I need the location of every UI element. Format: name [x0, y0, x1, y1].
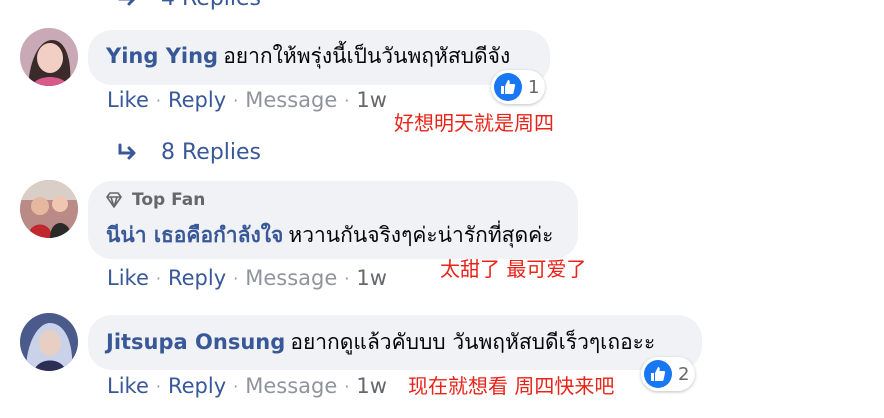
reply-arrow-icon	[118, 143, 136, 159]
separator-dot: ·	[344, 268, 350, 288]
like-link[interactable]: Like	[107, 88, 149, 112]
top-fan-label: Top Fan	[132, 190, 206, 210]
reply-link[interactable]: Reply	[168, 374, 226, 398]
separator-dot: ·	[344, 90, 350, 110]
like-link[interactable]: Like	[107, 374, 149, 398]
separator-dot: ·	[344, 376, 350, 396]
user-avatar-image	[20, 180, 78, 238]
comments-panel: 4 Replies Ying Ying อยากให้พรุ่งนี้เป็นว…	[0, 0, 884, 418]
replies-link[interactable]: 8 Replies	[117, 140, 261, 165]
replies-label: 4 Replies	[161, 0, 261, 11]
message-link[interactable]: Message	[245, 374, 337, 398]
avatar[interactable]	[20, 180, 78, 238]
like-link[interactable]: Like	[107, 266, 149, 290]
separator-dot: ·	[233, 90, 239, 110]
comment-bubble: Ying Ying อยากให้พรุ่งนี้เป็นวันพฤหัสบดี…	[88, 30, 550, 85]
commenter-name[interactable]: นีน่า เธอคือกำลังใจ	[106, 223, 283, 247]
commenter-name[interactable]: Ying Ying	[106, 44, 218, 68]
top-fan-badge: Top Fan	[104, 190, 205, 210]
reaction-badge[interactable]: 1	[491, 70, 546, 104]
timestamp[interactable]: 1w	[356, 266, 387, 290]
comment-bubble: Jitsupa Onsung อยากดูแล้วคับบบ วันพฤหัสบ…	[88, 315, 702, 370]
separator-dot: ·	[155, 90, 161, 110]
replies-link-top[interactable]: 4 Replies	[117, 0, 261, 11]
diamond-icon	[106, 192, 122, 208]
separator-dot: ·	[155, 376, 161, 396]
thumbs-up-icon	[644, 360, 672, 388]
reaction-count: 1	[528, 76, 540, 98]
separator-dot: ·	[233, 376, 239, 396]
comment-actions: Like · Reply · Message · 1w	[107, 266, 387, 290]
reply-link[interactable]: Reply	[168, 88, 226, 112]
comment-text: หวานกันจริงๆค่ะน่ารักที่สุดค่ะ	[288, 223, 554, 247]
comment-text: อยากให้พรุ่งนี้เป็นวันพฤหัสบดีจัง	[223, 44, 511, 68]
avatar[interactable]	[20, 313, 78, 371]
comment-bubble: Top Fan นีน่า เธอคือกำลังใจ หวานกันจริงๆ…	[88, 181, 578, 259]
message-link[interactable]: Message	[245, 266, 337, 290]
avatar[interactable]	[20, 28, 78, 86]
user-avatar-image	[20, 28, 78, 86]
user-avatar-image	[20, 313, 78, 371]
translation-annotation: 好想明天就是周四	[394, 111, 554, 135]
translation-annotation: 现在就想看 周四快来吧	[408, 374, 615, 398]
replies-label: 8 Replies	[161, 140, 262, 165]
reply-arrow-icon	[127, 0, 135, 5]
comment-actions: Like · Reply · Message · 1w	[107, 88, 387, 112]
reply-link[interactable]: Reply	[168, 266, 226, 290]
translation-annotation: 太甜了 最可爱了	[440, 257, 587, 281]
timestamp[interactable]: 1w	[356, 88, 387, 112]
comment-actions: Like · Reply · Message · 1w	[107, 374, 387, 398]
reaction-badge[interactable]: 2	[641, 357, 696, 391]
separator-dot: ·	[233, 268, 239, 288]
separator-dot: ·	[155, 268, 161, 288]
commenter-name[interactable]: Jitsupa Onsung	[106, 330, 285, 354]
reaction-count: 2	[678, 363, 690, 385]
message-link[interactable]: Message	[245, 88, 337, 112]
comment-text: อยากดูแล้วคับบบ วันพฤหัสบดีเร็วๆเถอะะ	[290, 330, 656, 354]
thumbs-up-icon	[494, 73, 522, 101]
timestamp[interactable]: 1w	[356, 374, 387, 398]
